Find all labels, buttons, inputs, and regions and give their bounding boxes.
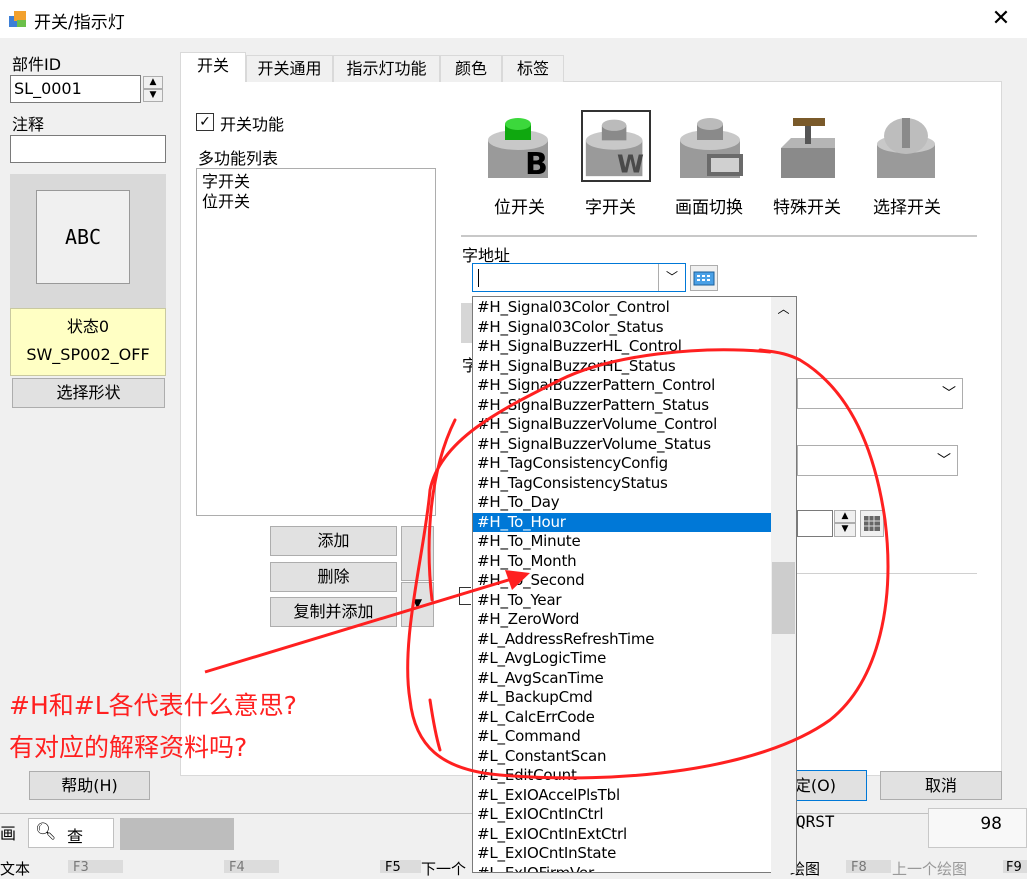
annotation-question-line1: #H和#L各代表什么意思? bbox=[9, 691, 297, 720]
annotation-arrow bbox=[204, 573, 526, 674]
annotation-circle bbox=[406, 348, 890, 780]
annotation-question-line2: 有对应的解释资料吗? bbox=[9, 733, 248, 762]
annotation-arrowhead bbox=[505, 570, 530, 590]
